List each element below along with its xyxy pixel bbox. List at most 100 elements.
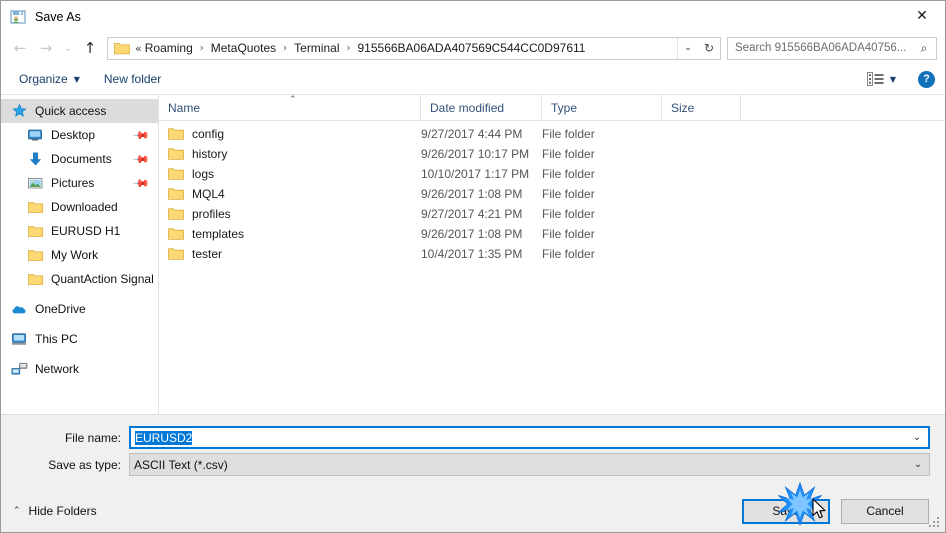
table-row[interactable]: tester 10/4/2017 1:35 PM File folder — [159, 244, 945, 264]
star-icon — [11, 103, 28, 119]
file-date: 10/4/2017 1:35 PM — [421, 247, 523, 261]
save-as-type-select[interactable]: ASCII Text (*.csv) ⌄ — [129, 453, 930, 476]
table-row[interactable]: templates 9/26/2017 1:08 PM File folder — [159, 224, 945, 244]
search-icon[interactable]: ⌕ — [912, 41, 936, 56]
file-type: File folder — [542, 147, 595, 161]
forward-button[interactable]: → — [33, 35, 59, 61]
organize-button[interactable]: Organize ▼ — [19, 72, 80, 86]
chevron-down-icon: ▼ — [73, 74, 80, 84]
pin-icon[interactable]: 📌 — [132, 174, 151, 193]
hide-folders-button[interactable]: ⌃ Hide Folders — [13, 504, 97, 518]
up-button[interactable]: ↑ — [77, 35, 103, 61]
file-name-input[interactable]: EURUSD2 ⌄ — [129, 426, 930, 449]
table-row[interactable]: profiles 9/27/2017 4:21 PM File folder — [159, 204, 945, 224]
change-view-button[interactable]: ▼ — [866, 72, 896, 86]
folder-icon — [27, 247, 44, 263]
sidebar-item-label: This PC — [35, 332, 78, 346]
breadcrumb-item-guid[interactable]: 915566BA06ADA407569C544CC0D97611 — [357, 41, 587, 55]
column-headers: Name ⌃ Date modified Type Size — [159, 95, 945, 121]
sidebar-item-my-work[interactable]: My Work — [1, 243, 158, 267]
file-name-selected-text[interactable]: EURUSD2 — [135, 430, 193, 445]
save-as-type-value[interactable]: ASCII Text (*.csv) — [130, 458, 907, 472]
file-date: 10/10/2017 1:17 PM — [421, 167, 530, 181]
save-as-type-row: Save as type: ASCII Text (*.csv) ⌄ — [1, 453, 945, 476]
breadcrumb-overflow[interactable]: « — [135, 42, 144, 55]
address-dropdown-icon[interactable]: ⌄ — [677, 37, 698, 59]
sidebar-item-network[interactable]: Network — [1, 357, 158, 381]
pin-icon[interactable]: 📌 — [132, 126, 151, 145]
column-header-size[interactable]: Size — [662, 95, 741, 120]
cloud-icon — [11, 301, 28, 317]
sidebar-item-quantaction-signal[interactable]: QuantAction Signal — [1, 267, 158, 291]
sidebar-item-label: Documents — [51, 152, 112, 166]
file-type: File folder — [542, 247, 595, 261]
save-button[interactable]: Save — [742, 498, 830, 524]
recent-locations-button[interactable]: ⌄ — [59, 35, 77, 61]
sidebar-item-label: QuantAction Signal — [51, 272, 154, 286]
help-icon[interactable]: ? — [918, 70, 935, 88]
column-header-type[interactable]: Type — [542, 95, 662, 120]
sidebar-item-label: Desktop — [51, 128, 96, 142]
pin-icon[interactable]: 📌 — [132, 150, 151, 169]
sidebar-item-quick-access[interactable]: Quick access — [1, 99, 158, 123]
search-input[interactable]: Search 915566BA06ADA40756... — [728, 42, 912, 54]
sidebar-item-label: Pictures — [51, 176, 95, 190]
file-type: File folder — [542, 167, 595, 181]
column-header-name[interactable]: Name ⌃ — [159, 95, 421, 120]
file-name: logs — [192, 167, 215, 181]
chevron-right-icon: › — [346, 42, 351, 54]
save-as-dialog: Save As ✕ ← → ⌄ ↑ « Roaming › MetaQuotes… — [0, 0, 946, 533]
file-type: File folder — [542, 227, 595, 241]
folder-icon — [27, 199, 44, 215]
sidebar-item-downloaded[interactable]: Downloaded — [1, 195, 158, 219]
hide-folders-label: Hide Folders — [28, 504, 97, 518]
file-name-value[interactable]: EURUSD2 — [131, 430, 906, 445]
new-folder-button[interactable]: New folder — [104, 72, 161, 86]
table-row[interactable]: config 9/27/2017 4:44 PM File folder — [159, 124, 945, 144]
chevron-down-icon[interactable]: ⌄ — [907, 459, 929, 470]
breadcrumb-item-metaquotes[interactable]: MetaQuotes — [210, 41, 277, 55]
table-row[interactable]: history 9/26/2017 10:17 PM File folder — [159, 144, 945, 164]
resize-grip[interactable] — [929, 517, 941, 529]
network-icon — [11, 361, 28, 377]
file-name: config — [192, 127, 225, 141]
sidebar-item-label: Downloaded — [51, 200, 118, 214]
navigation-pane: Quick access Desktop 📌 Documents 📌 Pictu… — [1, 95, 159, 414]
sidebar-item-documents[interactable]: Documents 📌 — [1, 147, 158, 171]
search-box[interactable]: Search 915566BA06ADA40756... ⌕ — [727, 36, 937, 60]
sidebar-item-eurusd-h1[interactable]: EURUSD H1 — [1, 219, 158, 243]
breadcrumb-item-roaming[interactable]: Roaming — [144, 41, 194, 55]
cancel-button[interactable]: Cancel — [841, 498, 929, 524]
address-bar[interactable]: « Roaming › MetaQuotes › Terminal › 9155… — [107, 36, 721, 60]
save-form: File name: EURUSD2 ⌄ Save as type: ASCII… — [1, 414, 945, 490]
sort-ascending-icon: ⌃ — [289, 95, 297, 105]
sidebar-item-label: OneDrive — [35, 302, 86, 316]
sidebar-item-onedrive[interactable]: OneDrive — [1, 297, 158, 321]
table-row[interactable]: MQL4 9/26/2017 1:08 PM File folder — [159, 184, 945, 204]
file-list-pane: Name ⌃ Date modified Type Size config 9/… — [159, 95, 945, 414]
column-header-date-modified[interactable]: Date modified — [421, 95, 542, 120]
file-name-cell: profiles — [159, 207, 421, 221]
file-rows: config 9/27/2017 4:44 PM File folder his… — [159, 121, 945, 414]
close-icon[interactable]: ✕ — [899, 1, 945, 31]
save-as-icon — [10, 9, 26, 25]
view-layout-icon — [866, 72, 884, 86]
sidebar-item-pictures[interactable]: Pictures 📌 — [1, 171, 158, 195]
table-row[interactable]: logs 10/10/2017 1:17 PM File folder — [159, 164, 945, 184]
refresh-icon[interactable]: ↻ — [698, 38, 720, 59]
sidebar-item-label: EURUSD H1 — [51, 224, 121, 238]
folder-icon — [168, 227, 184, 241]
chevron-right-icon: › — [199, 42, 204, 54]
file-type: File folder — [542, 127, 595, 141]
file-name: tester — [192, 247, 223, 261]
breadcrumb-item-terminal[interactable]: Terminal — [293, 41, 340, 55]
chevron-right-icon: › — [283, 42, 288, 54]
back-button[interactable]: ← — [7, 35, 33, 61]
chevron-down-icon[interactable]: ⌄ — [906, 432, 928, 443]
window-title: Save As — [35, 9, 81, 24]
file-date: 9/26/2017 1:08 PM — [421, 227, 523, 241]
computer-icon — [11, 331, 28, 347]
file-name: history — [192, 147, 228, 161]
sidebar-item-this-pc[interactable]: This PC — [1, 327, 158, 351]
sidebar-item-desktop[interactable]: Desktop 📌 — [1, 123, 158, 147]
